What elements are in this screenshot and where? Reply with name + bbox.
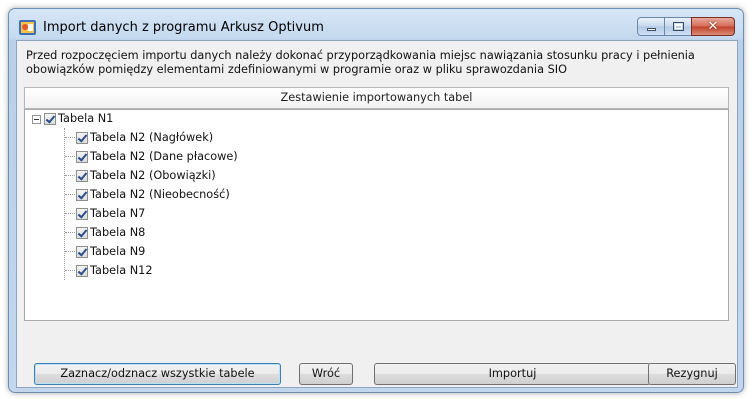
collapse-toggle-icon[interactable]: [32, 114, 41, 124]
window-title: Import danych z programu Arkusz Optivum: [43, 20, 324, 35]
tree-node-n2-obowiazki: Tabela N2 (Obowiązki): [76, 167, 216, 185]
tree-node-label: Tabela N2 (Obowiązki): [90, 169, 216, 182]
checkbox-n2-naglowek[interactable]: [76, 132, 88, 144]
checkbox-root[interactable]: [44, 113, 56, 125]
tree-node-n9: Tabela N9: [76, 243, 145, 261]
checkbox-n9[interactable]: [76, 246, 88, 258]
minimize-button[interactable]: [637, 17, 665, 36]
tables-tree[interactable]: Tabela N1 Tabela N2 (Nagłówek) Tabela N2…: [24, 109, 729, 321]
checkbox-n2-nieobecnosc[interactable]: [76, 189, 88, 201]
minimize-icon: [647, 28, 656, 31]
tree-connector: [65, 194, 75, 195]
description-text: Przed rozpoczęciem importu danych należy…: [26, 49, 695, 76]
close-icon: ✕: [707, 19, 719, 34]
tree-connector: [65, 137, 75, 138]
tree-node-n8: Tabela N8: [76, 224, 145, 242]
list-header: Zestawienie importowanych tabel: [24, 87, 729, 109]
tree-connector: [65, 156, 75, 157]
tree-connector: [65, 175, 75, 176]
tree-node-label: Tabela N1: [58, 112, 114, 125]
tree-connector: [65, 232, 75, 233]
tree-connector-vertical: [64, 128, 65, 280]
tree-node-root: Tabela N1: [32, 110, 113, 128]
tree-connector: [65, 270, 75, 271]
dialog-client-area: Przed rozpoczęciem importu danych należy…: [16, 40, 738, 388]
tree-node-n12: Tabela N12: [76, 262, 153, 280]
tree-node-n2-dane-placowe: Tabela N2 (Dane płacowe): [76, 148, 238, 166]
maximize-button[interactable]: [664, 17, 692, 36]
tree-connector: [65, 213, 75, 214]
back-button[interactable]: Wróć: [299, 363, 353, 385]
tree-node-label: Tabela N9: [90, 245, 146, 258]
maximize-icon: [673, 22, 684, 31]
checkbox-n2-obowiazki[interactable]: [76, 170, 88, 182]
tree-node-label: Tabela N12: [90, 264, 153, 277]
tree-node-label: Tabela N7: [90, 207, 146, 220]
checkbox-n2-dane-placowe[interactable]: [76, 151, 88, 163]
app-icon: [19, 20, 36, 35]
import-button[interactable]: Importuj: [374, 363, 651, 385]
toggle-all-tables-button[interactable]: Zaznacz/odznacz wszystkie tabele: [34, 363, 281, 385]
checkbox-n8[interactable]: [76, 227, 88, 239]
tree-node-label: Tabela N8: [90, 226, 146, 239]
checkbox-n7[interactable]: [76, 208, 88, 220]
checkbox-n12[interactable]: [76, 265, 88, 277]
caption-buttons: ✕: [637, 17, 735, 37]
tree-connector: [65, 251, 75, 252]
cancel-button[interactable]: Rezygnuj: [648, 363, 736, 385]
tree-node-n2-nieobecnosc: Tabela N2 (Nieobecność): [76, 186, 230, 204]
tree-node-n2-naglowek: Tabela N2 (Nagłówek): [76, 129, 213, 147]
tree-node-label: Tabela N2 (Nieobecność): [90, 188, 230, 201]
close-button[interactable]: ✕: [691, 17, 735, 36]
tree-node-n7: Tabela N7: [76, 205, 145, 223]
tree-node-label: Tabela N2 (Nagłówek): [90, 131, 214, 144]
dialog-window: Import danych z programu Arkusz Optivum …: [8, 8, 744, 393]
tree-node-label: Tabela N2 (Dane płacowe): [90, 150, 238, 163]
